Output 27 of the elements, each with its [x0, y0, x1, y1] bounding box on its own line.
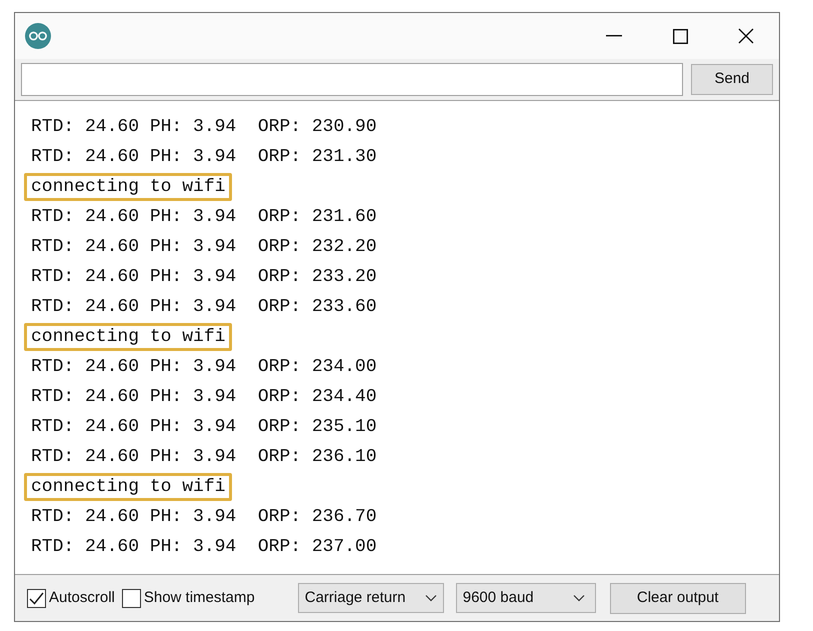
message-input-field[interactable]	[21, 63, 683, 96]
send-button[interactable]: Send	[691, 64, 773, 95]
output-line: RTD: 24.60 PH: 3.94 ORP: 232.20	[30, 236, 378, 259]
checkbox[interactable]	[27, 588, 46, 608]
checkbox-label: Show timestamp	[144, 588, 255, 608]
output-line: RTD: 24.60 PH: 3.94 ORP: 233.20	[30, 266, 378, 289]
maximize-icon	[672, 28, 688, 44]
checkbox[interactable]	[122, 588, 141, 608]
chevron-down-icon	[572, 594, 585, 602]
output-line: RTD: 24.60 PH: 3.94 ORP: 233.60	[30, 296, 378, 319]
chevron-down-icon	[424, 594, 437, 602]
output-line: RTD: 24.60 PH: 3.94 ORP: 234.00	[30, 356, 378, 379]
output-line: RTD: 24.60 PH: 3.94 ORP: 236.70	[30, 506, 378, 529]
close-icon	[738, 28, 754, 44]
clear-output-button[interactable]: Clear output	[610, 582, 746, 614]
output-line: RTD: 24.60 PH: 3.94 ORP: 234.40	[30, 386, 378, 409]
output-line: RTD: 24.60 PH: 3.94 ORP: 230.90	[30, 116, 378, 139]
minimize-icon	[606, 35, 622, 37]
app-logo-icon	[25, 23, 51, 49]
baud-rate-dropdown[interactable]: 9600 baud	[456, 583, 596, 613]
checkbox-label: Autoscroll	[49, 588, 115, 608]
output-line: RTD: 24.60 PH: 3.94 ORP: 236.10	[30, 446, 378, 469]
output-line: RTD: 24.60 PH: 3.94 ORP: 231.30	[30, 146, 378, 169]
line-ending-dropdown[interactable]: Carriage return	[298, 583, 444, 613]
output-line: RTD: 24.60 PH: 3.94 ORP: 235.10	[30, 416, 378, 439]
output-line: RTD: 24.60 PH: 3.94 ORP: 231.60	[30, 206, 378, 229]
output-line: RTD: 24.60 PH: 3.94 ORP: 237.00	[30, 536, 378, 559]
